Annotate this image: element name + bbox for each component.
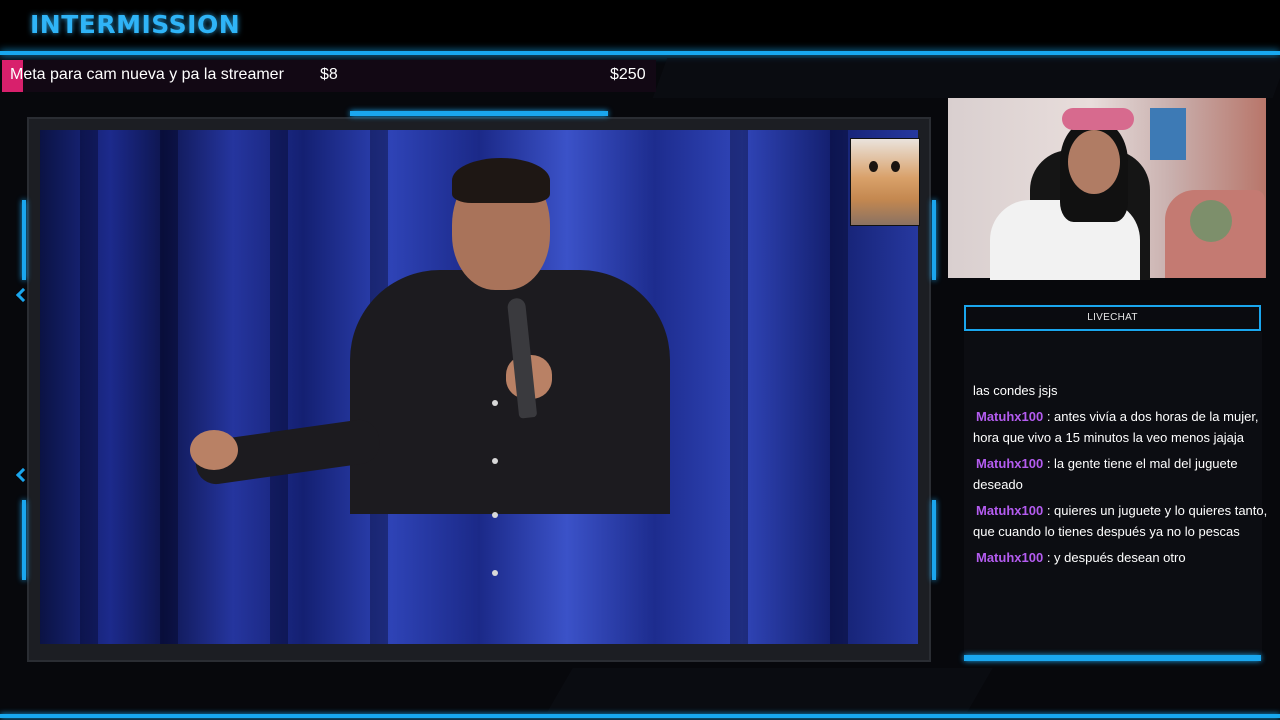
frame-side-accent [932,200,936,280]
chat-message: Matuhx100 : quieres un juguete y lo quie… [973,500,1273,542]
cat-overlay-image [850,138,920,226]
livechat-bottom-accent [964,655,1261,661]
chat-messages: las condes jsjs Matuhx100 : antes vivía … [973,380,1273,573]
header-bar: INTERMISSION [0,0,1280,52]
goal-current-amount: $8 [320,66,338,83]
frame-side-accent [22,200,26,280]
frame-side-accent [932,500,936,580]
chat-username[interactable]: Matuhx100 [973,456,1043,471]
chat-message-text: las condes jsjs [973,383,1058,398]
performer-hair [452,158,550,203]
frame-side-accent [22,500,26,580]
chat-message: las condes jsjs [973,380,1273,401]
stream-title: INTERMISSION [30,10,241,39]
background-shape [547,668,993,712]
performer-hand [190,430,238,470]
chat-username[interactable]: Matuhx100 [973,409,1043,424]
goal-target-amount: $250 [610,66,646,83]
donation-goal-bar: Meta para cam nueva y pa la streamer $8 … [2,60,656,92]
footer-divider [0,714,1280,718]
webcam-toy [1190,200,1232,242]
goal-label: Meta para cam nueva y pa la streamer [10,66,284,83]
streamer-head [1068,130,1120,194]
chat-username[interactable]: Matuhx100 [973,550,1043,565]
webcam-poster [1150,108,1186,160]
background-shape [652,58,1280,98]
chat-message: Matuhx100 : la gente tiene el mal del ju… [973,453,1273,495]
frame-accent [350,111,608,116]
streamer-flower-crown [1062,108,1134,130]
chat-message-text: : y después desean otro [1043,550,1186,565]
chat-username[interactable]: Matuhx100 [973,503,1043,518]
header-divider [0,51,1280,55]
chat-message: Matuhx100 : y después desean otro [973,547,1273,568]
livechat-header: LIVECHAT [964,305,1261,331]
chat-message: Matuhx100 : antes vivía a dos horas de l… [973,406,1273,448]
